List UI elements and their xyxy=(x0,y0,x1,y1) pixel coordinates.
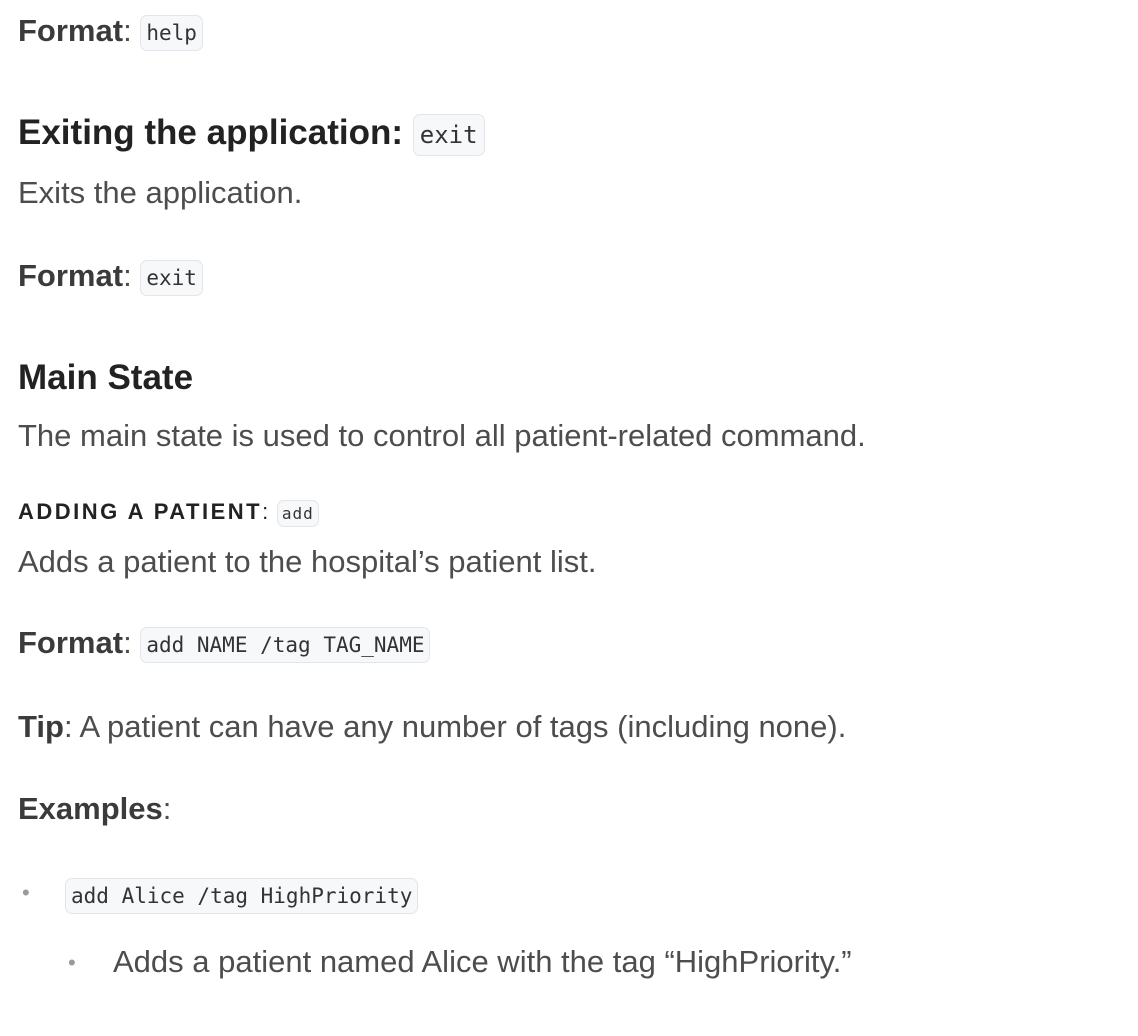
format-label: Format xyxy=(18,625,124,660)
add-format-line: Format: add NAME /tag TAG_NAME xyxy=(18,625,431,663)
add-patient-heading-text: ADDING A PATIENT xyxy=(18,499,263,524)
tip-label: Tip xyxy=(18,709,64,744)
heading-separator: : xyxy=(262,499,269,524)
example-command-code: add Alice /tag HighPriority xyxy=(65,877,419,914)
exit-description: Exits the application. xyxy=(18,175,303,210)
exit-format-line: Format: exit xyxy=(18,258,203,296)
main-state-description: The main state is used to control all pa… xyxy=(18,418,866,453)
add-patient-description: Adds a patient to the hospital’s patient… xyxy=(18,544,597,579)
exit-section-heading: Exiting the application: exit xyxy=(18,113,485,156)
examples-line: Examples: xyxy=(18,791,171,827)
add-patient-heading: ADDING A PATIENT: add xyxy=(18,499,319,527)
main-state-heading: Main State xyxy=(18,358,194,397)
exit-command-code: exit xyxy=(140,259,203,296)
add-command-code: add NAME /tag TAG_NAME xyxy=(140,626,431,663)
format-separator: : xyxy=(123,625,132,660)
format-separator: : xyxy=(123,13,132,48)
exit-heading-text: Exiting the application: xyxy=(18,113,404,152)
tip-text: : A patient can have any number of tags … xyxy=(63,709,847,744)
format-label: Format xyxy=(18,13,124,48)
format-separator: : xyxy=(123,258,132,293)
format-label: Format xyxy=(18,258,124,293)
tip-line: Tip: A patient can have any number of ta… xyxy=(18,709,846,745)
list-bullet: • xyxy=(22,880,30,905)
examples-label: Examples xyxy=(18,791,163,826)
example-item: add Alice /tag HighPriority xyxy=(65,876,419,914)
example-explanation: Adds a patient named Alice with the tag … xyxy=(113,944,852,979)
add-heading-code: add xyxy=(276,499,319,527)
examples-separator: : xyxy=(162,791,172,826)
help-format-line: Format: help xyxy=(18,13,203,51)
help-command-code: help xyxy=(140,14,203,51)
nested-list-bullet: • xyxy=(68,950,76,975)
exit-heading-code: exit xyxy=(412,113,485,156)
